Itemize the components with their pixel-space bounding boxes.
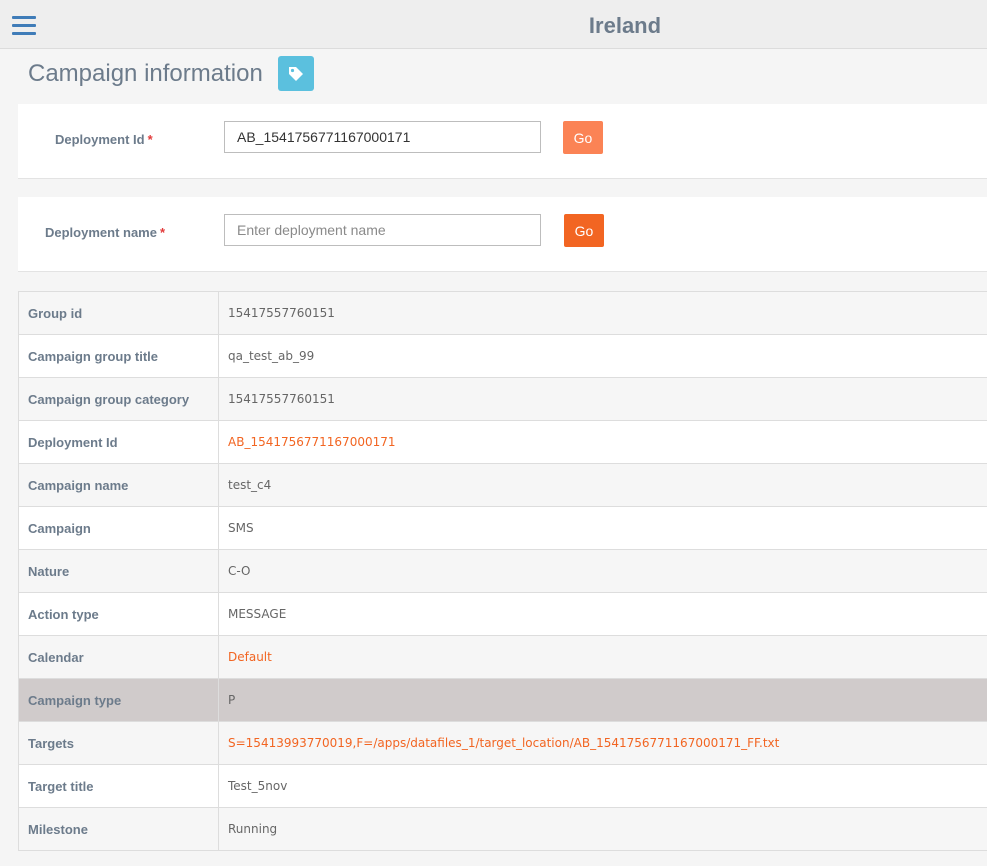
deployment-name-label: Deployment name * bbox=[45, 225, 165, 240]
required-mark: * bbox=[159, 225, 166, 240]
campaign-details-table: Group id 15417557760151 Campaign group tit… bbox=[18, 291, 987, 851]
detail-row: Nature C-O bbox=[18, 549, 987, 593]
deployment-id-label-text: Deployment Id bbox=[55, 132, 145, 147]
detail-label: Campaign group title bbox=[18, 334, 219, 378]
detail-value-link[interactable]: AB_1541756771167000171 bbox=[218, 420, 987, 464]
detail-label: Action type bbox=[18, 592, 219, 636]
deployment-name-input[interactable] bbox=[224, 214, 541, 246]
detail-label: Calendar bbox=[18, 635, 219, 679]
detail-label: Campaign group category bbox=[18, 377, 219, 421]
deployment-id-label: Deployment Id * bbox=[55, 132, 153, 147]
detail-value: MESSAGE bbox=[218, 592, 987, 636]
detail-value: C-O bbox=[218, 549, 987, 593]
detail-row: Campaign name test_c4 bbox=[18, 463, 987, 507]
deployment-name-go-button[interactable]: Go bbox=[564, 214, 604, 247]
page-title: Campaign information bbox=[28, 60, 263, 87]
detail-label: Milestone bbox=[18, 807, 219, 851]
detail-value-link[interactable]: S=15413993770019,F=/apps/datafiles_1/tar… bbox=[218, 721, 987, 765]
detail-value: qa_test_ab_99 bbox=[218, 334, 987, 378]
detail-row: Targets S=15413993770019,F=/apps/datafile… bbox=[18, 721, 987, 765]
detail-value: 15417557760151 bbox=[218, 291, 987, 335]
region-title: Ireland bbox=[588, 13, 662, 38]
detail-row: Campaign type P bbox=[18, 678, 987, 722]
tag-icon bbox=[289, 66, 303, 81]
detail-row: Campaign group title qa_test_ab_99 bbox=[18, 334, 987, 378]
detail-row: Action type MESSAGE bbox=[18, 592, 987, 636]
detail-label: Deployment Id bbox=[18, 420, 219, 464]
detail-label: Target title bbox=[18, 764, 219, 808]
detail-value-link[interactable]: Default bbox=[218, 635, 987, 679]
top-bar: Ireland bbox=[0, 0, 987, 49]
detail-label: Campaign type bbox=[18, 678, 219, 722]
detail-value: Running bbox=[218, 807, 987, 851]
detail-value: P bbox=[218, 678, 987, 722]
detail-label: Nature bbox=[18, 549, 219, 593]
detail-row: Campaign SMS bbox=[18, 506, 987, 550]
detail-value: Test_5nov bbox=[218, 764, 987, 808]
detail-value: 15417557760151 bbox=[218, 377, 987, 421]
detail-label: Group id bbox=[18, 291, 219, 335]
deployment-name-card: Deployment name* Go bbox=[18, 197, 987, 272]
detail-label: Campaign bbox=[18, 506, 219, 550]
deployment-id-card: Deployment Id* Go bbox=[18, 104, 987, 179]
detail-label: Campaign name bbox=[18, 463, 219, 507]
detail-row: Deployment Id AB_1541756771167000171 bbox=[18, 420, 987, 464]
tag-button[interactable] bbox=[278, 56, 314, 91]
detail-value: SMS bbox=[218, 506, 987, 550]
detail-value: test_c4 bbox=[218, 463, 987, 507]
deployment-id-input[interactable] bbox=[224, 121, 541, 153]
deployment-name-label-text: Deployment name bbox=[45, 225, 157, 240]
deployment-id-go-button[interactable]: Go bbox=[563, 121, 603, 154]
detail-row: Target title Test_5nov bbox=[18, 764, 987, 808]
detail-row: Calendar Default bbox=[18, 635, 987, 679]
detail-row: Milestone Running bbox=[18, 807, 987, 851]
detail-label: Targets bbox=[18, 721, 219, 765]
detail-row: Group id 15417557760151 bbox=[18, 291, 987, 335]
required-mark: * bbox=[147, 132, 153, 147]
detail-row: Campaign group category 15417557760151 bbox=[18, 377, 987, 421]
